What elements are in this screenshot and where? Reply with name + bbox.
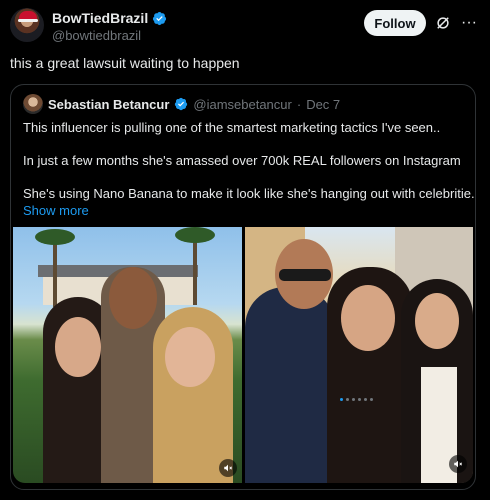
carousel-dot[interactable] bbox=[340, 398, 343, 401]
author-avatar[interactable] bbox=[10, 8, 44, 42]
quoted-line-3: She's using Nano Banana to make it look … bbox=[23, 186, 476, 201]
quoted-line-2: In just a few months she's amassed over … bbox=[23, 153, 461, 168]
mute-icon[interactable] bbox=[219, 459, 237, 477]
grok-icon[interactable] bbox=[434, 14, 452, 32]
carousel-dot[interactable] bbox=[358, 398, 361, 401]
more-icon[interactable]: ··· bbox=[460, 14, 478, 32]
media-grid bbox=[13, 227, 473, 483]
mute-icon[interactable] bbox=[449, 455, 467, 473]
show-more-link[interactable]: Show more bbox=[23, 202, 89, 219]
quoted-author-avatar bbox=[23, 94, 43, 114]
quoted-author-handle: @iamsebetancur bbox=[193, 96, 292, 112]
quoted-tweet-header: Sebastian Betancur @iamsebetancur · Dec … bbox=[23, 94, 340, 114]
carousel-dots bbox=[340, 398, 373, 401]
author-name-row: BowTiedBrazil bbox=[52, 10, 167, 26]
follow-button[interactable]: Follow bbox=[364, 10, 426, 36]
author-handle[interactable]: @bowtiedbrazil bbox=[52, 28, 141, 43]
carousel-dot[interactable] bbox=[352, 398, 355, 401]
verified-badge-icon bbox=[153, 11, 167, 25]
quoted-tweet-card[interactable]: Sebastian Betancur @iamsebetancur · Dec … bbox=[10, 84, 476, 490]
media-image-left[interactable] bbox=[13, 227, 242, 483]
quoted-author-name: Sebastian Betancur bbox=[48, 96, 170, 112]
verified-badge-icon bbox=[175, 97, 188, 111]
quoted-tweet-date: Dec 7 bbox=[306, 96, 341, 112]
carousel-dot[interactable] bbox=[364, 398, 367, 401]
media-image-right[interactable] bbox=[245, 227, 473, 483]
author-display-name[interactable]: BowTiedBrazil bbox=[52, 10, 148, 26]
carousel-dot[interactable] bbox=[370, 398, 373, 401]
carousel-dot[interactable] bbox=[346, 398, 349, 401]
quoted-line-1: This influencer is pulling one of the sm… bbox=[23, 120, 441, 135]
santa-hat-icon bbox=[18, 11, 38, 22]
separator: · bbox=[296, 96, 302, 112]
tweet-header: BowTiedBrazil @bowtiedbrazil Follow ··· bbox=[10, 8, 480, 48]
tweet-text: this a great lawsuit waiting to happen bbox=[10, 55, 240, 71]
